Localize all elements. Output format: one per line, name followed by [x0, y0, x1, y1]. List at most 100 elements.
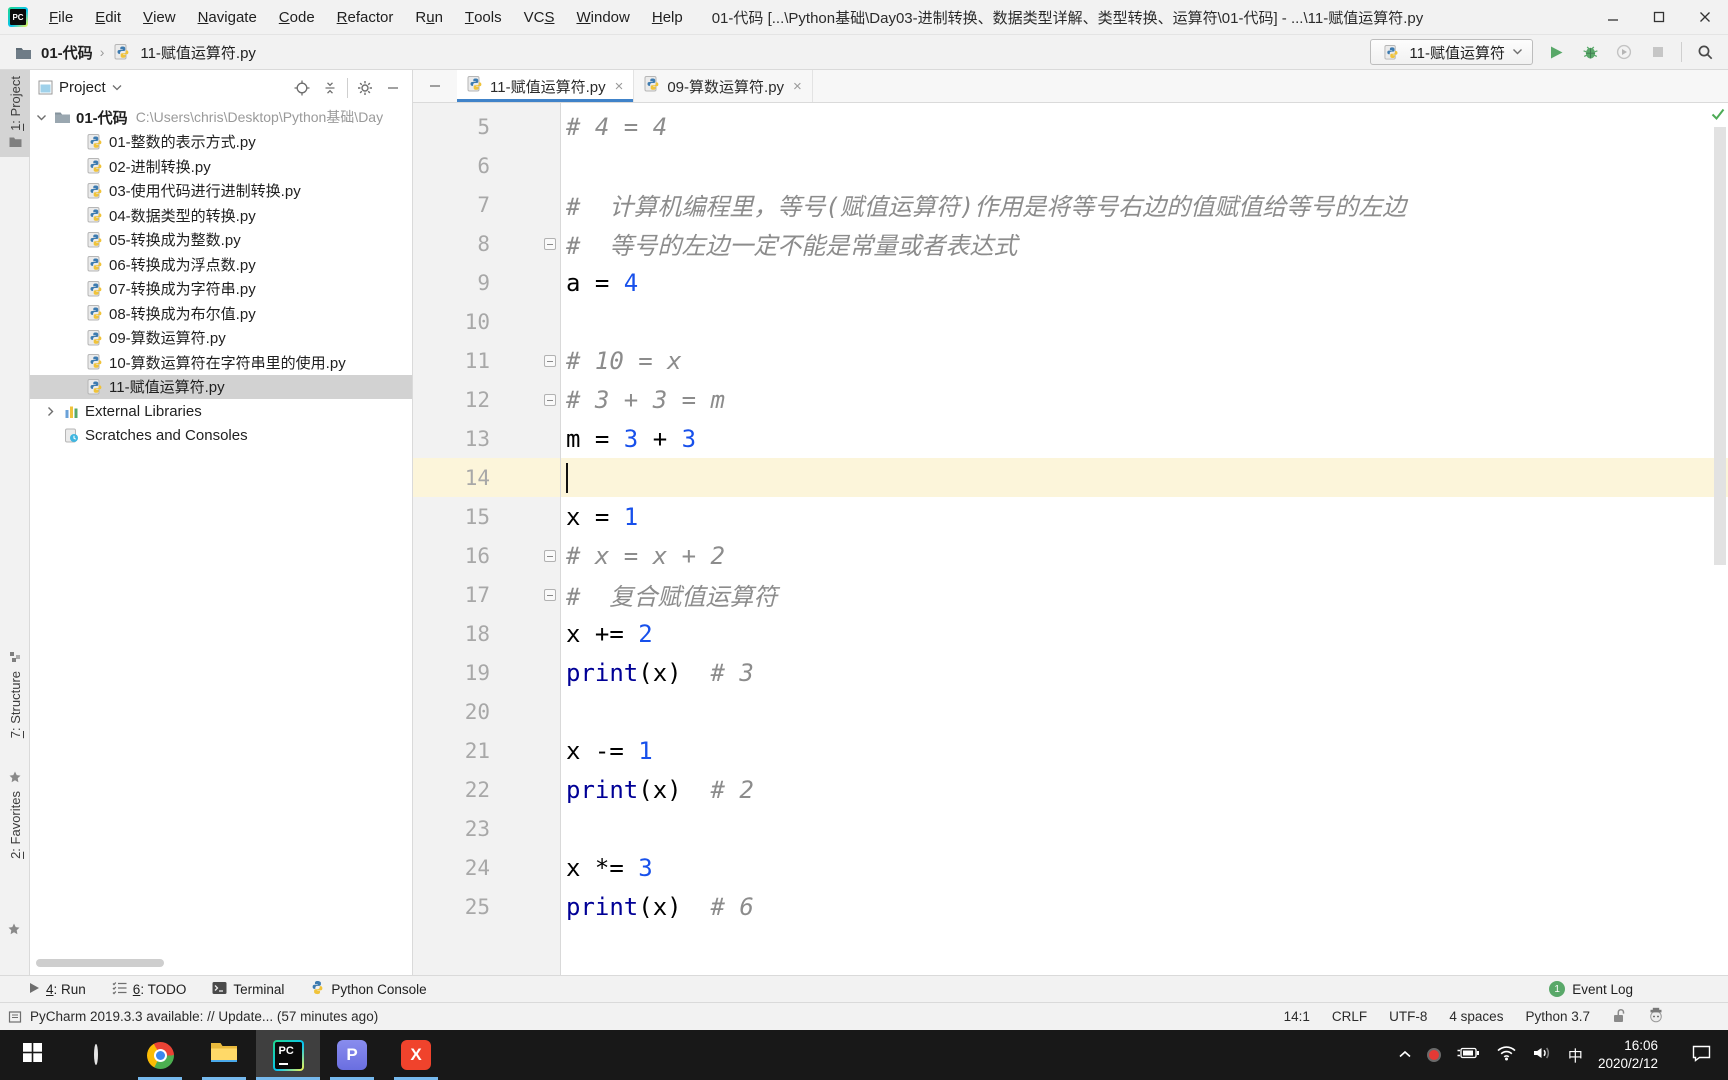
taskbar-pycharm[interactable]: PC — [256, 1030, 320, 1080]
code-line-17[interactable]: 17 # 复合赋值运算符 — [413, 575, 1728, 614]
code-line-24[interactable]: 24 x *= 3 — [413, 848, 1728, 887]
taskbar-p-app[interactable]: P — [320, 1030, 384, 1080]
tree-file-row[interactable]: 08-转换成为布尔值.py — [30, 301, 412, 326]
event-log-button[interactable]: 1 Event Log — [1549, 981, 1633, 997]
locate-file-icon[interactable] — [291, 77, 313, 99]
tool-window-button-todo[interactable]: 6: TODO — [112, 981, 186, 998]
menu-view[interactable]: View — [132, 0, 187, 34]
debug-button[interactable] — [1579, 41, 1601, 63]
project-panel-title[interactable]: Project — [59, 79, 106, 96]
tree-file-row[interactable]: 03-使用代码进行进制转换.py — [30, 179, 412, 204]
tree-file-row[interactable]: 11-赋值运算符.py — [30, 374, 412, 399]
code-line-9[interactable]: 9a = 4 — [413, 263, 1728, 302]
tree-file-row[interactable]: 10-算数运算符在字符串里的使用.py — [30, 350, 412, 375]
action-center-icon[interactable] — [1691, 1044, 1712, 1067]
taskbar-explorer[interactable] — [192, 1030, 256, 1080]
stripe-favorites[interactable]: 2: Favorites — [0, 765, 30, 865]
status-item[interactable]: 4 spaces — [1449, 1009, 1503, 1024]
status-message[interactable]: PyCharm 2019.3.3 available: // Update...… — [30, 1009, 378, 1024]
editor-tab[interactable]: 11-赋值运算符.py × — [457, 70, 635, 102]
menu-code[interactable]: Code — [268, 0, 326, 34]
hide-panel-icon[interactable] — [382, 77, 404, 99]
screen-record-icon[interactable] — [1426, 1048, 1441, 1062]
maximize-button[interactable] — [1636, 0, 1682, 34]
favorites-star-icon[interactable] — [8, 922, 20, 940]
code-line-22[interactable]: 22 print(x) # 2 — [413, 770, 1728, 809]
menu-help[interactable]: Help — [641, 0, 694, 34]
code-line-5[interactable]: 5 # 4 = 4 — [413, 107, 1728, 146]
code-line-16[interactable]: 16 # x = x + 2 — [413, 536, 1728, 575]
tree-file-row[interactable]: 01-整数的表示方式.py — [30, 130, 412, 155]
tree-scratches-row[interactable]: Scratches and Consoles — [30, 424, 412, 449]
taskbar-start[interactable] — [0, 1030, 64, 1080]
volume-icon[interactable] — [1532, 1045, 1553, 1066]
code-line-13[interactable]: 13 m = 3 + 3 — [413, 419, 1728, 458]
chevron-right-icon[interactable] — [39, 406, 61, 417]
stripe-project[interactable]: 1: Project — [0, 70, 30, 157]
tree-file-row[interactable]: 06-转换成为浮点数.py — [30, 252, 412, 277]
taskbar-xmind[interactable]: X — [384, 1030, 448, 1080]
hector-icon[interactable] — [1648, 1007, 1664, 1026]
code-line-6[interactable]: 6 — [413, 146, 1728, 185]
editor-tab[interactable]: 09-算数运算符.py × — [634, 70, 813, 102]
code-line-23[interactable]: 23 — [413, 809, 1728, 848]
project-horizontal-scrollbar[interactable] — [36, 959, 164, 967]
taskbar-cortana[interactable] — [64, 1030, 128, 1080]
taskbar-chrome[interactable] — [128, 1030, 192, 1080]
code-line-7[interactable]: 7 # 计算机编程里，等号(赋值运算符)作用是将等号右边的值赋值给等号的左边 — [413, 185, 1728, 224]
fold-marker-icon[interactable] — [544, 237, 556, 250]
code-line-8[interactable]: 8 # 等号的左边一定不能是常量或者表达式 — [413, 224, 1728, 263]
code-line-20[interactable]: 20 — [413, 692, 1728, 731]
chevron-down-icon[interactable] — [30, 112, 52, 123]
code-line-25[interactable]: 25 print(x) # 6 — [413, 887, 1728, 926]
status-item[interactable]: UTF-8 — [1389, 1009, 1427, 1024]
code-line-18[interactable]: 18 x += 2 — [413, 614, 1728, 653]
close-button[interactable] — [1682, 0, 1728, 34]
tool-window-button-run[interactable]: 4: Run — [28, 982, 86, 997]
tree-file-row[interactable]: 05-转换成为整数.py — [30, 228, 412, 253]
chevron-down-icon[interactable] — [112, 84, 122, 91]
tree-root-row[interactable]: 01-代码 C:\Users\chris\Desktop\Python基础\Day — [30, 105, 412, 130]
status-item[interactable]: CRLF — [1332, 1009, 1367, 1024]
code-line-21[interactable]: 21 x -= 1 — [413, 731, 1728, 770]
menu-tools[interactable]: Tools — [454, 0, 513, 34]
menu-vcs[interactable]: VC S — [513, 0, 566, 34]
status-item[interactable]: Python 3.7 — [1525, 1009, 1590, 1024]
status-item[interactable]: 14:1 — [1284, 1009, 1310, 1024]
stripe-structure[interactable]: 7: Structure — [0, 645, 30, 744]
wifi-icon[interactable] — [1496, 1045, 1517, 1066]
close-tab-icon[interactable]: × — [615, 78, 624, 95]
ime-indicator[interactable]: 中 — [1568, 1045, 1583, 1066]
tool-window-button-pythonconsole[interactable]: Python Console — [310, 980, 427, 998]
menu-window[interactable]: Window — [565, 0, 640, 34]
menu-navigate[interactable]: Navigate — [187, 0, 268, 34]
fold-marker-icon[interactable] — [544, 549, 556, 562]
lock-icon[interactable] — [1612, 1008, 1626, 1026]
menu-refactor[interactable]: Refactor — [326, 0, 405, 34]
tree-file-row[interactable]: 02-进制转换.py — [30, 154, 412, 179]
gear-icon[interactable] — [354, 77, 376, 99]
breadcrumb-file[interactable]: 11-赋值运算符.py — [140, 42, 256, 63]
tool-window-button-terminal[interactable]: Terminal — [212, 981, 284, 998]
breadcrumb-folder[interactable]: 01-代码 — [41, 42, 93, 63]
tray-expand-icon[interactable] — [1398, 1046, 1412, 1064]
tree-file-row[interactable]: 07-转换成为字符串.py — [30, 277, 412, 302]
minimize-button[interactable] — [1590, 0, 1636, 34]
editor-vertical-scrollbar[interactable] — [1714, 127, 1726, 565]
taskbar-clock[interactable]: 16:06 2020/2/12 — [1598, 1037, 1658, 1072]
code-editor[interactable]: 5 # 4 = 4 6 7 # 计算机编程里，等号(赋值运算符)作用是将等号右边的值赋值… — [413, 103, 1728, 975]
menu-file[interactable]: File — [38, 0, 84, 34]
close-tab-icon[interactable]: × — [793, 78, 802, 95]
code-line-14[interactable]: 14 — [413, 458, 1728, 497]
run-button[interactable] — [1545, 41, 1567, 63]
code-line-15[interactable]: 15 x = 1 — [413, 497, 1728, 536]
collapse-all-icon[interactable] — [319, 77, 341, 99]
hide-tabs-icon[interactable] — [413, 70, 457, 102]
tree-file-row[interactable]: 04-数据类型的转换.py — [30, 203, 412, 228]
inspections-ok-icon[interactable] — [1711, 107, 1725, 125]
battery-icon[interactable] — [1456, 1046, 1481, 1065]
search-everywhere-icon[interactable] — [1694, 41, 1716, 63]
code-line-12[interactable]: 12 # 3 + 3 = m — [413, 380, 1728, 419]
menu-edit[interactable]: Edit — [84, 0, 132, 34]
tree-file-row[interactable]: 09-算数运算符.py — [30, 326, 412, 351]
